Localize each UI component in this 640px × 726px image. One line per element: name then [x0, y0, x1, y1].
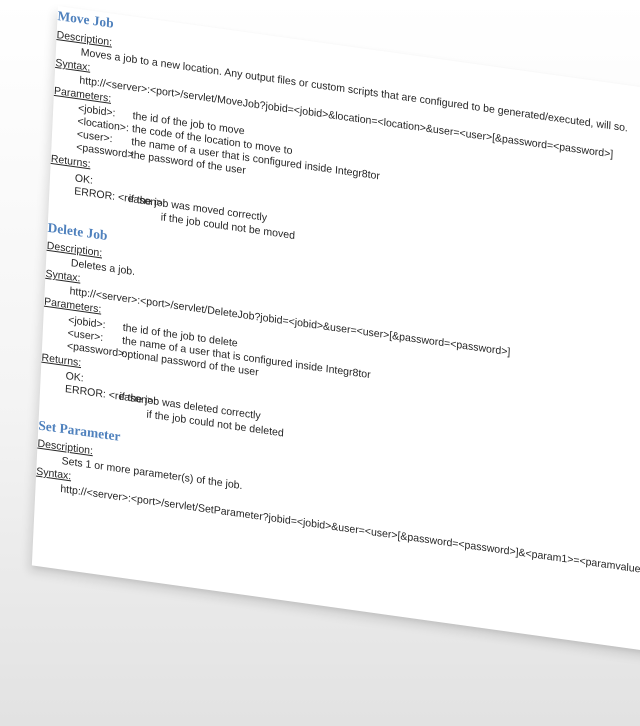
section-title: Delete Job	[47, 219, 108, 244]
section-move-job: Move Job Description: Moves a job to a n…	[51, 6, 640, 242]
section-delete-job: Delete Job Description: Deletes a job. S…	[41, 6, 640, 440]
syntax-text: http://<server>:<port>/servlet/SetParame…	[60, 482, 640, 587]
section-set-parameter: Set Parameter Description: Sets 1 or mor…	[36, 6, 640, 587]
return-name: ERROR: <reason>:	[64, 383, 157, 408]
return-name: ERROR: <reason>:	[73, 185, 166, 210]
section-title: Move Job	[57, 7, 114, 31]
document-page: Move Job Description: Moves a job to a n…	[31, 6, 640, 654]
